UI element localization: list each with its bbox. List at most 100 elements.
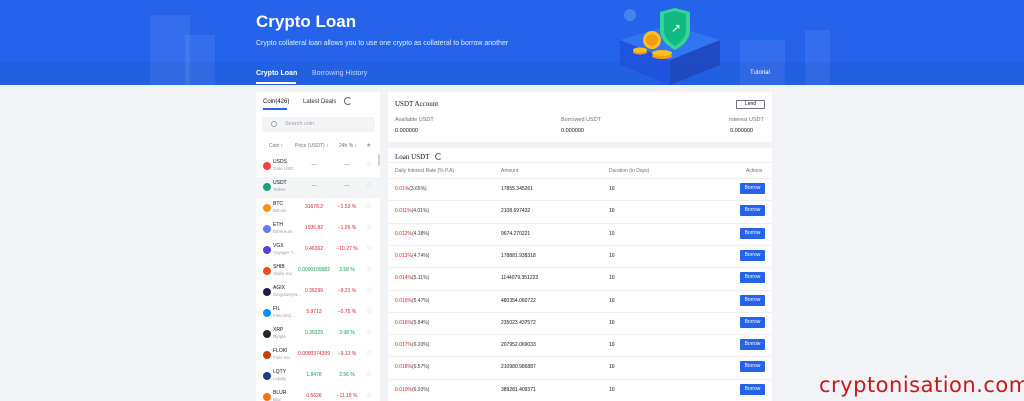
available-value: 0.000000: [395, 128, 418, 134]
coin-row[interactable]: XRP Ripple 0.39329 3.98 % ☆: [256, 324, 380, 345]
lend-button[interactable]: Lend: [736, 100, 765, 109]
loan-rate: 0.013%(4.74%): [395, 253, 429, 259]
coin-symbol: USDT: [273, 180, 287, 186]
star-icon[interactable]: ☆: [366, 244, 372, 252]
column-header-amount: Amount: [501, 168, 519, 174]
loan-row: 0.012%(4.38%) 9674.270221 10 Borrow: [388, 222, 772, 245]
coin-change: 2.56 %: [339, 372, 355, 378]
daily-rate: 0.012%: [395, 230, 412, 237]
coin-row[interactable]: BLUR Blur 0.5626 −11.15 % ☆: [256, 387, 380, 401]
coin-row[interactable]: FLOKI Floki Inu 0.0000374399 −9.13 % ☆: [256, 345, 380, 366]
star-icon[interactable]: ☆: [366, 223, 372, 231]
loan-duration: 10: [609, 252, 615, 259]
coin-symbol: BLUR: [273, 390, 287, 396]
coin-change: −10.27 %: [336, 246, 358, 252]
coin-price: 0.5626: [306, 393, 322, 399]
tab-latest-deals[interactable]: Latest Deals: [303, 99, 336, 105]
star-icon[interactable]: ☆: [366, 391, 372, 399]
column-header-price[interactable]: Price (USDT) ↕: [295, 143, 329, 149]
borrow-button[interactable]: Borrow: [740, 294, 765, 306]
loan-amount: 178881.938318: [501, 252, 536, 259]
annual-rate: (5.47%): [411, 297, 430, 304]
loan-rate: 0.019%(6.93%): [395, 387, 429, 393]
coin-change: −0.75 %: [337, 309, 357, 315]
coin-row[interactable]: VGX Voyager T... 0.46362 −10.27 % ☆: [256, 240, 380, 261]
star-icon[interactable]: ☆: [366, 328, 372, 336]
borrow-button[interactable]: Borrow: [740, 383, 765, 395]
coin-icon: [263, 267, 271, 275]
star-icon[interactable]: ☆: [366, 160, 372, 168]
coin-row[interactable]: BTC Bitcoin 31678.2 −1.53 % ☆: [256, 198, 380, 219]
loan-duration: 10: [609, 230, 615, 237]
loan-rate: 0.017%(6.20%): [395, 342, 429, 348]
loan-rate: 0.016%(5.84%): [395, 320, 429, 326]
scrollbar[interactable]: [378, 154, 380, 166]
shield-coins-illustration: ↗: [620, 8, 720, 85]
daily-rate: 0.018%: [395, 364, 412, 371]
coin-price: 0.36299: [304, 288, 324, 294]
borrow-button[interactable]: Borrow: [740, 227, 765, 239]
coin-price: 0.0000109982: [298, 267, 330, 273]
coin-row[interactable]: LQTY Liquity 1.8478 2.56 % ☆: [256, 366, 380, 387]
coin-symbol: AGIX: [273, 285, 285, 291]
coin-price: 31678.2: [304, 204, 324, 210]
loan-duration: 10: [609, 186, 615, 192]
coin-symbol: LQTY: [273, 369, 287, 375]
coin-change: —: [344, 183, 350, 189]
coin-row[interactable]: USDT Tether — — ☆: [256, 177, 380, 198]
borrow-button[interactable]: Borrow: [740, 183, 765, 194]
tab-crypto-loan[interactable]: Crypto Loan: [256, 70, 297, 77]
borrow-button[interactable]: Borrow: [740, 249, 765, 261]
star-icon[interactable]: ☆: [366, 202, 372, 210]
star-icon[interactable]: ☆: [366, 286, 372, 294]
star-icon[interactable]: ☆: [366, 370, 372, 378]
loan-duration: 10: [609, 386, 615, 393]
borrow-button[interactable]: Borrow: [740, 272, 765, 284]
loan-amount: 207952.069033: [501, 342, 536, 349]
loan-row: 0.015%(5.47%) 480354.060722 10 Borrow: [388, 289, 772, 312]
annual-rate: (5.11%): [411, 275, 430, 282]
tab-coin[interactable]: Coin(426): [263, 99, 289, 105]
borrow-button[interactable]: Borrow: [740, 205, 765, 217]
refresh-icon[interactable]: [435, 153, 442, 160]
coin-row[interactable]: FIL Filecoin(I... 5.9713 −0.75 % ☆: [256, 303, 380, 324]
coin-symbol: FIL: [273, 306, 281, 312]
tab-borrowing-history[interactable]: Borrowing History: [312, 70, 367, 77]
column-header-change[interactable]: 24h % ↕: [339, 143, 357, 149]
loan-rate: 0.01%(3.65%): [395, 186, 427, 192]
tutorial-link[interactable]: Tutorial: [750, 70, 770, 76]
loan-row: 0.014%(5.11%) 1144079.351223 10 Borrow: [388, 267, 772, 289]
coin-row[interactable]: ETH Ethereum 1936.82 −1.26 % ☆: [256, 219, 380, 240]
borrow-button[interactable]: Borrow: [740, 339, 765, 351]
loan-amount: 210980.986887: [501, 364, 536, 371]
star-icon[interactable]: ☆: [366, 265, 372, 273]
coin-icon: [263, 204, 271, 212]
coin-row[interactable]: AGIX SingularityN... 0.36299 −9.21 % ☆: [256, 282, 380, 303]
coin-icon: [263, 372, 271, 380]
loan-row: 0.016%(5.84%) 235023.437572 10 Borrow: [388, 311, 772, 334]
daily-rate: 0.016%: [395, 319, 412, 326]
tabs-bar: [0, 62, 1024, 85]
star-icon[interactable]: ☆: [366, 181, 372, 189]
coin-icon: [263, 351, 271, 359]
star-icon[interactable]: ☆: [366, 349, 372, 357]
annual-rate: (4.74%): [411, 252, 430, 259]
loan-duration: 10: [609, 297, 615, 304]
star-header-icon[interactable]: ★: [366, 142, 371, 149]
star-icon[interactable]: ☆: [366, 307, 372, 315]
coin-price: 0.0000374399: [298, 351, 330, 357]
column-header-coin[interactable]: Coin ↕: [269, 143, 283, 149]
page-subtitle: Crypto collateral loan allows you to use…: [256, 40, 509, 47]
available-label: Available USDT: [395, 117, 434, 123]
borrowed-value: 0.000000: [561, 128, 584, 134]
daily-rate: 0.011%: [395, 208, 412, 215]
borrow-button[interactable]: Borrow: [740, 316, 765, 328]
loan-row: 0.011%(4.01%) 2108.697432 10 Borrow: [388, 200, 772, 222]
coin-row[interactable]: USDS Gate USD — — ☆: [256, 156, 380, 177]
daily-rate: 0.017%: [395, 342, 412, 349]
refresh-icon[interactable]: [344, 97, 352, 105]
borrow-button[interactable]: Borrow: [740, 361, 765, 373]
coin-change: −9.21 %: [337, 288, 357, 294]
coin-row[interactable]: SHIB Shiba Inu 0.0000109982 3.58 % ☆: [256, 261, 380, 282]
search-input[interactable]: Search coin: [262, 117, 375, 132]
